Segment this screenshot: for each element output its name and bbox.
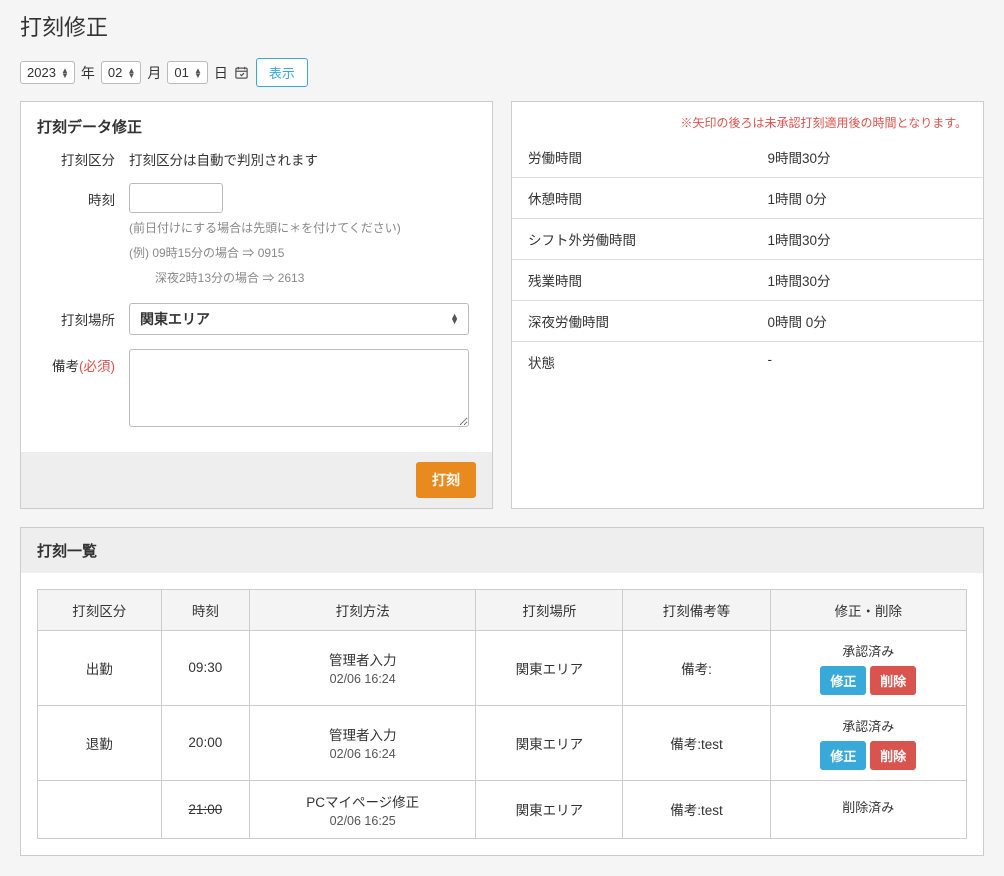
stats-val: 1時間30分 xyxy=(728,270,968,290)
row-status: 承認済み xyxy=(779,716,958,735)
cell-time: 21:00 xyxy=(161,780,249,838)
required-tag: (必須) xyxy=(79,359,115,374)
note-textarea[interactable] xyxy=(129,349,469,427)
stats-row: シフト外労働時間1時間30分 xyxy=(512,219,983,260)
cell-time: 20:00 xyxy=(161,705,249,780)
edit-button[interactable]: 修正 xyxy=(820,666,866,695)
type-note: 打刻区分は自動で判別されます xyxy=(129,149,472,169)
stats-card: ※矢印の後ろは未承認打刻適用後の時間となります。 労働時間9時間30分休憩時間1… xyxy=(511,101,984,509)
list-table: 打刻区分時刻打刻方法打刻場所打刻備考等修正・削除 出勤09:30管理者入力02/… xyxy=(37,589,967,839)
stats-key: シフト外労働時間 xyxy=(528,229,728,249)
cell-type xyxy=(38,780,162,838)
note-label: 備考 xyxy=(52,359,79,374)
row-status: 承認済み xyxy=(779,641,958,660)
list-col-header: 打刻方法 xyxy=(250,589,476,630)
day-label: 日 xyxy=(214,63,228,83)
year-select[interactable]: 2023 ▲▼ xyxy=(20,61,75,84)
table-row: 21:00PCマイページ修正02/06 16:25関東エリア備考:test 削除済… xyxy=(38,780,967,838)
edit-button[interactable]: 修正 xyxy=(820,741,866,770)
place-selected: 関東エリア xyxy=(140,309,210,329)
list-col-header: 打刻備考等 xyxy=(623,589,770,630)
cell-time: 09:30 xyxy=(161,630,249,705)
stats-val: 9時間30分 xyxy=(728,147,968,167)
time-hint1: (前日付けにする場合は先頭に＊を付けてください) xyxy=(129,219,472,238)
stats-row: 残業時間1時間30分 xyxy=(512,260,983,301)
list-title: 打刻一覧 xyxy=(21,528,983,573)
year-value: 2023 xyxy=(27,65,56,80)
updown-icon: ▲▼ xyxy=(127,68,135,78)
stats-key: 休憩時間 xyxy=(528,188,728,208)
cell-type: 退勤 xyxy=(38,705,162,780)
stats-key: 労働時間 xyxy=(528,147,728,167)
cell-action: 削除済み xyxy=(770,780,966,838)
page-title: 打刻修正 xyxy=(0,0,1004,58)
submit-button[interactable]: 打刻 xyxy=(416,462,476,498)
row-status: 削除済み xyxy=(779,797,958,816)
table-row: 出勤09:30管理者入力02/06 16:24関東エリア備考:承認済み修正 削除 xyxy=(38,630,967,705)
cell-place: 関東エリア xyxy=(476,780,623,838)
list-col-header: 打刻場所 xyxy=(476,589,623,630)
place-select[interactable]: 関東エリア xyxy=(129,303,469,335)
time-hint2: (例) 09時15分の場合 ⇒ 0915 xyxy=(129,244,472,263)
year-label: 年 xyxy=(81,63,95,83)
calendar-icon[interactable] xyxy=(234,65,250,81)
cell-place: 関東エリア xyxy=(476,630,623,705)
delete-button[interactable]: 削除 xyxy=(870,666,916,695)
stats-val: 1時間30分 xyxy=(728,229,968,249)
stats-key: 状態 xyxy=(528,352,728,372)
cell-action: 承認済み修正 削除 xyxy=(770,630,966,705)
month-value: 02 xyxy=(108,65,122,80)
cell-type: 出勤 xyxy=(38,630,162,705)
updown-icon: ▲▼ xyxy=(194,68,202,78)
date-selector-bar: 2023 ▲▼ 年 02 ▲▼ 月 01 ▲▼ 日 表示 xyxy=(20,58,984,87)
cell-note: 備考: xyxy=(623,630,770,705)
month-select[interactable]: 02 ▲▼ xyxy=(101,61,141,84)
day-select[interactable]: 01 ▲▼ xyxy=(167,61,207,84)
month-label: 月 xyxy=(147,63,161,83)
cell-note: 備考:test xyxy=(623,780,770,838)
time-label: 時刻 xyxy=(41,183,129,209)
time-input[interactable] xyxy=(129,183,223,213)
cell-method: 管理者入力02/06 16:24 xyxy=(250,705,476,780)
cell-action: 承認済み修正 削除 xyxy=(770,705,966,780)
stats-row: 休憩時間1時間 0分 xyxy=(512,178,983,219)
updown-icon: ▲▼ xyxy=(450,314,459,324)
cell-note: 備考:test xyxy=(623,705,770,780)
type-label: 打刻区分 xyxy=(41,149,129,169)
list-col-header: 時刻 xyxy=(161,589,249,630)
list-col-header: 修正・削除 xyxy=(770,589,966,630)
day-value: 01 xyxy=(174,65,188,80)
cell-place: 関東エリア xyxy=(476,705,623,780)
stats-key: 深夜労働時間 xyxy=(528,311,728,331)
list-card: 打刻一覧 打刻区分時刻打刻方法打刻場所打刻備考等修正・削除 出勤09:30管理者… xyxy=(20,527,984,856)
cell-method: PCマイページ修正02/06 16:25 xyxy=(250,780,476,838)
table-row: 退勤20:00管理者入力02/06 16:24関東エリア備考:test承認済み修… xyxy=(38,705,967,780)
stats-val: 1時間 0分 xyxy=(728,188,968,208)
stats-val: - xyxy=(728,352,968,372)
delete-button[interactable]: 削除 xyxy=(870,741,916,770)
stats-key: 残業時間 xyxy=(528,270,728,290)
show-button[interactable]: 表示 xyxy=(256,58,308,87)
list-col-header: 打刻区分 xyxy=(38,589,162,630)
stats-row: 労働時間9時間30分 xyxy=(512,137,983,178)
stats-val: 0時間 0分 xyxy=(728,311,968,331)
note-label-wrap: 備考(必須) xyxy=(41,349,129,375)
time-hint3: 深夜2時13分の場合 ⇒ 2613 xyxy=(129,269,472,288)
form-title: 打刻データ修正 xyxy=(21,102,492,145)
updown-icon: ▲▼ xyxy=(61,68,69,78)
stats-note: ※矢印の後ろは未承認打刻適用後の時間となります。 xyxy=(512,102,983,137)
form-card: 打刻データ修正 打刻区分 打刻区分は自動で判別されます 時刻 (前日付けにする場… xyxy=(20,101,493,509)
place-label: 打刻場所 xyxy=(41,303,129,329)
stats-row: 状態- xyxy=(512,342,983,382)
stats-row: 深夜労働時間0時間 0分 xyxy=(512,301,983,342)
cell-method: 管理者入力02/06 16:24 xyxy=(250,630,476,705)
